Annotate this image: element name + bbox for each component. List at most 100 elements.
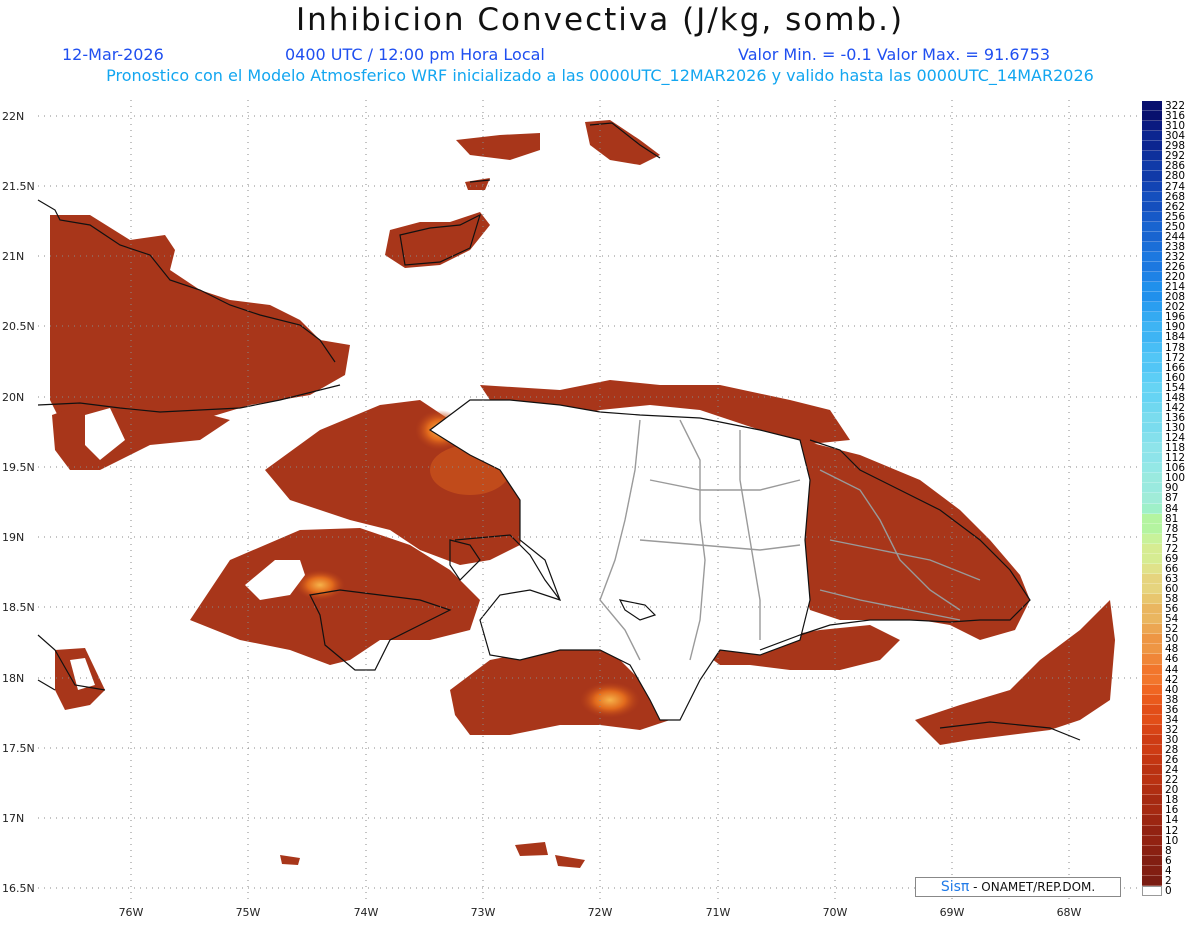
colorbar-swatch	[1142, 845, 1162, 856]
lat-label: 19N	[2, 531, 24, 544]
colorbar-swatch	[1142, 211, 1162, 222]
colorbar-label: 14	[1165, 814, 1179, 827]
lon-label: 75W	[236, 906, 261, 919]
colorbar-swatch	[1142, 785, 1162, 796]
colorbar-swatch	[1142, 654, 1162, 665]
colorbar-swatch	[1142, 543, 1162, 554]
colorbar	[1142, 101, 1162, 896]
lon-label: 74W	[354, 906, 379, 919]
colorbar-swatch	[1142, 322, 1162, 333]
colorbar-swatch	[1142, 825, 1162, 836]
colorbar-swatch	[1142, 433, 1162, 444]
colorbar-swatch	[1142, 141, 1162, 152]
colorbar-swatch	[1142, 101, 1162, 112]
colorbar-swatch	[1142, 755, 1162, 766]
colorbar-swatch	[1142, 553, 1162, 564]
colorbar-swatch	[1142, 362, 1162, 373]
colorbar-swatch	[1142, 614, 1162, 625]
colorbar-swatch	[1142, 815, 1162, 826]
colorbar-swatch	[1142, 533, 1162, 544]
colorbar-swatch	[1142, 241, 1162, 252]
colorbar-swatch	[1142, 644, 1162, 655]
colorbar-swatch	[1142, 282, 1162, 293]
colorbar-swatch	[1142, 523, 1162, 534]
colorbar-swatch	[1142, 312, 1162, 323]
colorbar-swatch	[1142, 231, 1162, 242]
colorbar-swatch	[1142, 121, 1162, 132]
colorbar-swatch	[1142, 835, 1162, 846]
colorbar-swatch	[1142, 483, 1162, 494]
colorbar-label: 87	[1165, 492, 1179, 505]
colorbar-swatch	[1142, 684, 1162, 695]
lat-label: 19.5N	[2, 461, 35, 474]
lat-label: 22N	[2, 110, 24, 123]
colorbar-swatch	[1142, 251, 1162, 262]
colorbar-swatch	[1142, 262, 1162, 273]
colorbar-swatch	[1142, 342, 1162, 353]
colorbar-swatch	[1142, 634, 1162, 645]
colorbar-swatch	[1142, 513, 1162, 524]
colorbar-swatch	[1142, 704, 1162, 715]
colorbar-swatch	[1142, 161, 1162, 172]
colorbar-swatch	[1142, 724, 1162, 735]
lon-label: 72W	[588, 906, 613, 919]
forecast-time: 0400 UTC / 12:00 pm Hora Local	[285, 45, 545, 64]
colorbar-swatch	[1142, 493, 1162, 504]
colorbar-swatch	[1142, 191, 1162, 202]
map-title: Inhibicion Convectiva (J/kg, somb.)	[295, 2, 905, 38]
lat-label: 18N	[2, 672, 24, 685]
colorbar-swatch	[1142, 151, 1162, 162]
lon-label: 70W	[823, 906, 848, 919]
lat-label: 21.5N	[2, 180, 35, 193]
colorbar-swatch	[1142, 664, 1162, 675]
model-info: Pronostico con el Modelo Atmosferico WRF…	[106, 66, 1094, 85]
lon-label: 76W	[119, 906, 144, 919]
colorbar-swatch	[1142, 272, 1162, 283]
colorbar-swatch	[1142, 131, 1162, 142]
colorbar-swatch	[1142, 775, 1162, 786]
lon-label: 73W	[471, 906, 496, 919]
colorbar-swatch	[1142, 624, 1162, 635]
colorbar-swatch	[1142, 865, 1162, 876]
colorbar-swatch	[1142, 402, 1162, 413]
lat-label: 17N	[2, 812, 24, 825]
colorbar-swatch	[1142, 885, 1162, 896]
lon-label: 71W	[706, 906, 731, 919]
lon-label: 68W	[1057, 906, 1082, 919]
lat-label: 20N	[2, 391, 24, 404]
colorbar-label: 46	[1165, 653, 1179, 666]
lat-label: 17.5N	[2, 742, 35, 755]
colorbar-swatch	[1142, 352, 1162, 363]
colorbar-swatch	[1142, 855, 1162, 866]
colorbar-swatch	[1142, 604, 1162, 615]
colorbar-swatch	[1142, 795, 1162, 806]
cin-map: 22N 21.5N 21N 20.5N 20N 19.5N 19N 18.5N …	[2, 100, 1138, 919]
colorbar-swatch	[1142, 292, 1162, 303]
colorbar-labels: 322 316 310 304 298 292 286 280 274 268 262 256 250 2…	[1165, 101, 1200, 896]
forecast-date: 12-Mar-2026	[62, 45, 164, 64]
colorbar-label: 184	[1165, 331, 1186, 344]
colorbar-swatch	[1142, 503, 1162, 514]
latitude-labels: 22N 21.5N 21N 20.5N 20N 19.5N 19N 18.5N …	[2, 110, 35, 895]
colorbar-swatch	[1142, 332, 1162, 343]
colorbar-swatch	[1142, 423, 1162, 434]
colorbar-swatch	[1142, 714, 1162, 725]
colorbar-swatch	[1142, 674, 1162, 685]
colorbar-swatch	[1142, 694, 1162, 705]
colorbar-swatch	[1142, 573, 1162, 584]
colorbar-swatch	[1142, 805, 1162, 816]
colorbar-swatch	[1142, 221, 1162, 232]
colorbar-swatch	[1142, 745, 1162, 756]
longitude-labels: 76W 75W 74W 73W 72W 71W 70W 69W 68W	[119, 906, 1082, 919]
colorbar-swatch	[1142, 563, 1162, 574]
colorbar-swatch	[1142, 302, 1162, 313]
lat-label: 16.5N	[2, 882, 35, 895]
colorbar-swatch	[1142, 453, 1162, 464]
credit-text: - ONAMET/REP.DOM.	[973, 880, 1096, 894]
colorbar-swatch	[1142, 412, 1162, 423]
colorbar-swatch	[1142, 443, 1162, 454]
sispi-logo: Sisπ	[940, 879, 970, 895]
colorbar-swatch	[1142, 765, 1162, 776]
colorbar-swatch	[1142, 463, 1162, 474]
value-range: Valor Min. = -0.1 Valor Max. = 91.6753	[738, 45, 1051, 64]
